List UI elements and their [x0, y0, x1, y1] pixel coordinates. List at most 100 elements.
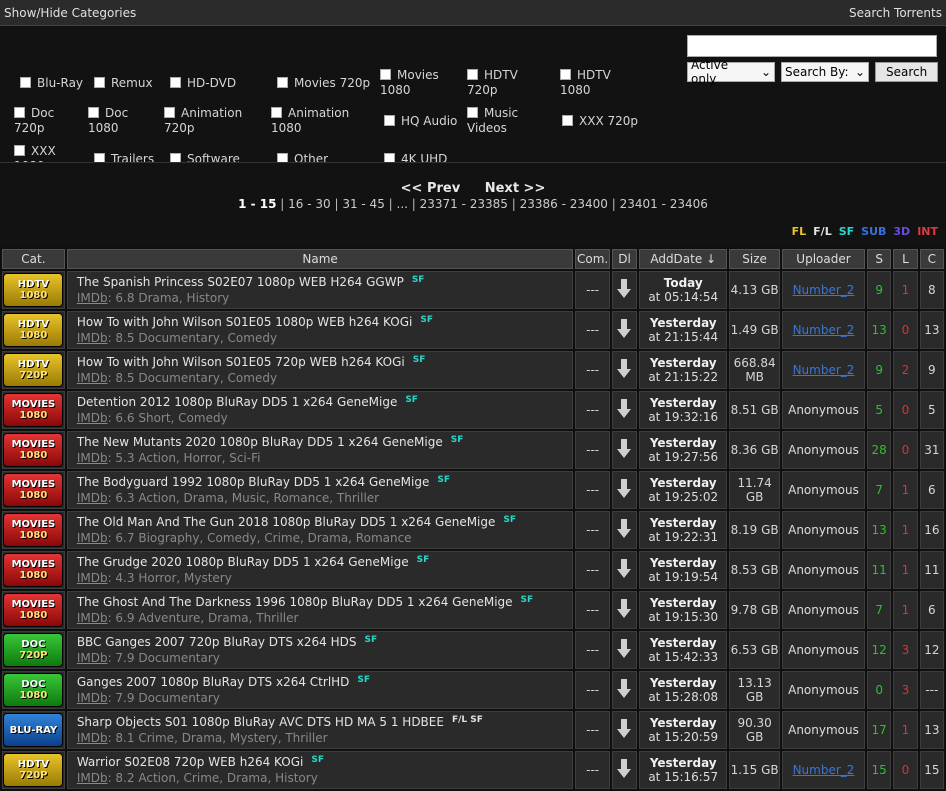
search-torrents-link[interactable]: Search Torrents: [849, 6, 942, 20]
comments-count[interactable]: ---: [575, 511, 610, 549]
checkbox[interactable]: [14, 107, 25, 118]
category-checkbox[interactable]: HD-DVD: [170, 76, 270, 91]
col-comments[interactable]: Com.: [575, 249, 610, 269]
category-badge[interactable]: MOVIES 1080: [3, 473, 64, 507]
torrent-title-link[interactable]: The Spanish Princess S02E07 1080p WEB H2…: [77, 275, 404, 289]
category-checkbox[interactable]: XXX 720p: [562, 114, 662, 129]
category-badge[interactable]: DOC 720P: [3, 633, 64, 667]
seeders[interactable]: 15: [867, 751, 892, 789]
active-filter-select[interactable]: Active only ⌄: [687, 58, 775, 86]
seeders[interactable]: 11: [867, 551, 892, 589]
checkbox[interactable]: [271, 107, 282, 118]
comments-count[interactable]: ---: [575, 471, 610, 509]
checkbox[interactable]: [560, 69, 571, 80]
download-arrow-icon[interactable]: [617, 398, 632, 419]
torrent-title-link[interactable]: How To with John Wilson S01E05 1080p WEB…: [77, 315, 413, 329]
category-badge[interactable]: MOVIES 1080: [3, 433, 64, 467]
show-hide-categories-link[interactable]: Show/Hide Categories: [4, 6, 136, 20]
checkbox[interactable]: [14, 145, 25, 156]
seeders[interactable]: 9: [867, 271, 892, 309]
imdb-link[interactable]: IMDb: [77, 291, 108, 305]
seeders[interactable]: 9: [867, 351, 892, 389]
comments-count[interactable]: ---: [575, 591, 610, 629]
category-checkbox[interactable]: Animation 720p: [164, 106, 264, 136]
checkbox[interactable]: [467, 107, 478, 118]
leechers[interactable]: 1: [893, 551, 918, 589]
download-arrow-icon[interactable]: [617, 758, 632, 779]
category-checkbox[interactable]: Movies 1080: [380, 68, 480, 98]
comments-count[interactable]: ---: [575, 311, 610, 349]
page-link[interactable]: 23371 - 23385: [420, 197, 508, 211]
torrent-title-link[interactable]: BBC Ganges 2007 720p BluRay DTS x264 HDS: [77, 635, 357, 649]
leechers[interactable]: 0: [893, 311, 918, 349]
category-badge[interactable]: HDTV 1080: [3, 273, 64, 307]
comments-count[interactable]: ---: [575, 551, 610, 589]
download-arrow-icon[interactable]: [617, 678, 632, 699]
page-link[interactable]: 31 - 45: [342, 197, 385, 211]
seeders[interactable]: 5: [867, 391, 892, 429]
seeders[interactable]: 0: [867, 671, 892, 709]
torrent-title-link[interactable]: The Ghost And The Darkness 1996 1080p Bl…: [77, 595, 513, 609]
col-cat[interactable]: Cat.: [2, 249, 65, 269]
download-arrow-icon[interactable]: [617, 598, 632, 619]
col-leechers[interactable]: L: [893, 249, 918, 269]
torrent-title-link[interactable]: Warrior S02E08 720p WEB h264 KOGi: [77, 755, 304, 769]
download-arrow-icon[interactable]: [617, 358, 632, 379]
comments-count[interactable]: ---: [575, 271, 610, 309]
torrent-title-link[interactable]: Detention 2012 1080p BluRay DD5 1 x264 G…: [77, 395, 398, 409]
uploader[interactable]: Number_2: [793, 763, 855, 777]
torrent-title-link[interactable]: The Grudge 2020 1080p BluRay DD5 1 x264 …: [77, 555, 409, 569]
completed[interactable]: 12: [919, 631, 944, 669]
completed[interactable]: ---: [919, 671, 944, 709]
download-arrow-icon[interactable]: [617, 278, 632, 299]
leechers[interactable]: 0: [893, 751, 918, 789]
comments-count[interactable]: ---: [575, 751, 610, 789]
col-completed[interactable]: C: [919, 249, 944, 269]
comments-count[interactable]: ---: [575, 631, 610, 669]
category-badge[interactable]: MOVIES 1080: [3, 513, 64, 547]
leechers[interactable]: 0: [893, 391, 918, 429]
category-badge[interactable]: BLU-RAY: [3, 713, 64, 747]
col-adddate[interactable]: AddDate ↓: [639, 249, 728, 269]
checkbox[interactable]: [380, 69, 391, 80]
imdb-link[interactable]: IMDb: [77, 771, 108, 785]
category-badge[interactable]: MOVIES 1080: [3, 553, 64, 587]
leechers[interactable]: 1: [893, 511, 918, 549]
category-checkbox[interactable]: HDTV 720p: [467, 68, 567, 98]
torrent-title-link[interactable]: The New Mutants 2020 1080p BluRay DD5 1 …: [77, 435, 443, 449]
search-button[interactable]: Search: [875, 62, 939, 82]
leechers[interactable]: 1: [893, 711, 918, 749]
uploader[interactable]: Number_2: [793, 323, 855, 337]
page-link[interactable]: ...: [397, 197, 408, 211]
completed[interactable]: 6: [919, 471, 944, 509]
download-arrow-icon[interactable]: [617, 718, 632, 739]
torrent-title-link[interactable]: The Bodyguard 1992 1080p BluRay DD5 1 x2…: [77, 475, 430, 489]
imdb-link[interactable]: IMDb: [77, 531, 108, 545]
checkbox[interactable]: [88, 107, 99, 118]
download-arrow-icon[interactable]: [617, 638, 632, 659]
leechers[interactable]: 0: [893, 431, 918, 469]
checkbox[interactable]: [170, 77, 181, 88]
checkbox[interactable]: [164, 107, 175, 118]
imdb-link[interactable]: IMDb: [77, 611, 108, 625]
download-arrow-icon[interactable]: [617, 518, 632, 539]
leechers[interactable]: 2: [893, 351, 918, 389]
imdb-link[interactable]: IMDb: [77, 491, 108, 505]
page-link[interactable]: 16 - 30: [288, 197, 331, 211]
seeders[interactable]: 17: [867, 711, 892, 749]
checkbox[interactable]: [20, 77, 31, 88]
next-page-link[interactable]: Next >>: [485, 181, 546, 196]
completed[interactable]: 11: [919, 551, 944, 589]
seeders[interactable]: 7: [867, 471, 892, 509]
torrent-title-link[interactable]: Sharp Objects S01 1080p BluRay AVC DTS H…: [77, 715, 444, 729]
checkbox[interactable]: [467, 69, 478, 80]
col-seeders[interactable]: S: [867, 249, 892, 269]
col-name[interactable]: Name: [66, 249, 574, 269]
category-checkbox[interactable]: Animation 1080: [271, 106, 371, 136]
seeders[interactable]: 7: [867, 591, 892, 629]
download-arrow-icon[interactable]: [617, 318, 632, 339]
category-checkbox[interactable]: Movies 720p: [277, 76, 377, 91]
leechers[interactable]: 1: [893, 271, 918, 309]
completed[interactable]: 5: [919, 391, 944, 429]
seeders[interactable]: 13: [867, 511, 892, 549]
